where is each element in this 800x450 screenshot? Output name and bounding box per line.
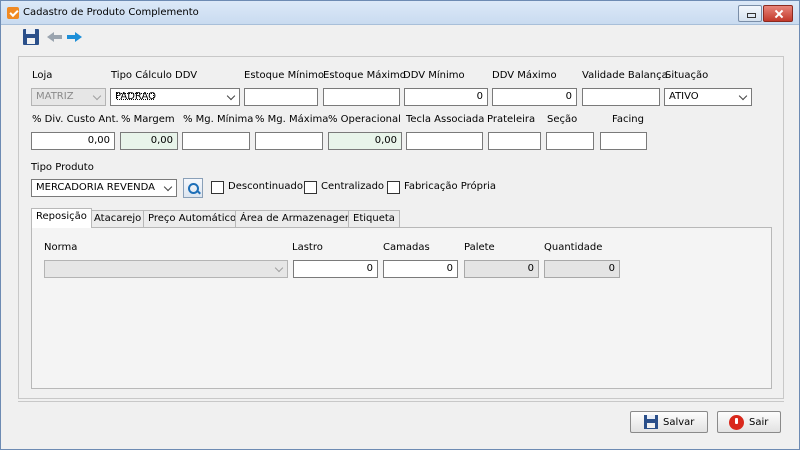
descontinuado-checkbox[interactable]	[211, 181, 224, 194]
situacao-label: Situação	[665, 70, 709, 81]
lastro-input[interactable]: 0	[293, 260, 378, 278]
tab-etiqueta[interactable]: Etiqueta	[348, 210, 400, 227]
tipo-produto-select[interactable]: MERCADORIA REVENDA	[31, 179, 177, 197]
operacional-input[interactable]: 0,00	[328, 132, 402, 150]
tipo-calculo-select[interactable]: PADRAO	[110, 88, 240, 106]
chevron-down-icon	[91, 92, 103, 102]
div-custo-input[interactable]: 0,00	[31, 132, 115, 150]
arrow-right-icon[interactable]	[67, 29, 83, 45]
lastro-label: Lastro	[292, 242, 323, 253]
window-title: Cadastro de Produto Complemento	[23, 7, 199, 18]
validade-balanca-input[interactable]	[582, 88, 660, 106]
mg-minima-input[interactable]	[182, 132, 250, 150]
loja-select[interactable]: MATRIZ	[31, 88, 106, 106]
mg-maxima-input[interactable]	[255, 132, 323, 150]
secao-label: Seção	[547, 114, 578, 125]
tipo-calculo-label: Tipo Cálculo DDV	[111, 70, 198, 81]
facing-input[interactable]	[600, 132, 647, 150]
product-complement-window: Cadastro de Produto Complemento Loja Tip…	[0, 0, 800, 450]
chevron-down-icon	[225, 92, 237, 102]
estoque-minimo-input[interactable]	[244, 88, 318, 106]
tecla-associada-input[interactable]	[406, 132, 483, 150]
ddv-minimo-label: DDV Mínimo	[403, 70, 465, 81]
norma-select[interactable]	[44, 260, 288, 278]
tab-reposicao[interactable]: Reposição	[31, 208, 92, 228]
tab-area-armazenagem[interactable]: Área de Armazenagem	[235, 210, 360, 227]
estoque-maximo-input[interactable]	[323, 88, 400, 106]
prateleira-input[interactable]	[488, 132, 541, 150]
secao-input[interactable]	[546, 132, 594, 150]
quantidade-label: Quantidade	[544, 242, 603, 253]
validade-balanca-label: Validade Balança	[582, 70, 668, 81]
palete-input: 0	[464, 260, 539, 278]
centralizado-checkbox[interactable]	[304, 181, 317, 194]
tipo-calculo-value: PADRAO	[115, 91, 157, 102]
chevron-down-icon	[273, 264, 285, 274]
tipo-produto-value: MERCADORIA REVENDA	[36, 182, 155, 193]
save-icon[interactable]	[23, 29, 39, 45]
ddv-minimo-input[interactable]: 0	[404, 88, 488, 106]
palete-label: Palete	[464, 242, 495, 253]
search-icon[interactable]	[183, 178, 203, 198]
title-bar: Cadastro de Produto Complemento	[1, 1, 799, 25]
fabricacao-propria-checkbox[interactable]	[387, 181, 400, 194]
save-button-label: Salvar	[663, 417, 695, 428]
situacao-value: ATIVO	[669, 91, 699, 102]
exit-button[interactable]: Sair	[717, 411, 781, 433]
tecla-associada-label: Tecla Associada	[406, 114, 485, 125]
camadas-label: Camadas	[383, 242, 430, 253]
centralizado-label: Centralizado	[321, 181, 385, 192]
exit-button-label: Sair	[749, 417, 769, 428]
descontinuado-label: Descontinuado	[228, 181, 303, 192]
arrow-left-icon[interactable]	[47, 29, 63, 45]
tipo-produto-label: Tipo Produto	[31, 162, 94, 173]
save-button[interactable]: Salvar	[630, 411, 708, 433]
exit-icon	[729, 415, 744, 430]
estoque-maximo-label: Estoque Máximo	[323, 70, 406, 81]
margem-label: % Margem	[121, 114, 175, 125]
norma-label: Norma	[44, 242, 78, 253]
loja-value: MATRIZ	[36, 91, 74, 102]
save-icon	[644, 415, 658, 429]
tab-preco-automatico[interactable]: Preço Automático	[143, 210, 242, 227]
chevron-down-icon	[162, 183, 174, 193]
close-window-button[interactable]	[763, 5, 793, 22]
quantidade-input: 0	[544, 260, 620, 278]
ddv-maximo-label: DDV Máximo	[492, 70, 557, 81]
facing-label: Facing	[612, 114, 644, 125]
estoque-minimo-label: Estoque Mínimo	[244, 70, 324, 81]
footer-separator	[18, 401, 784, 402]
situacao-select[interactable]: ATIVO	[664, 88, 752, 106]
minimize-button[interactable]	[738, 5, 762, 22]
tab-atacarejo[interactable]: Atacarejo	[89, 210, 147, 227]
app-icon	[7, 7, 19, 19]
fabricacao-propria-label: Fabricação Própria	[404, 181, 496, 192]
operacional-label: % Operacional	[328, 114, 401, 125]
margem-input[interactable]: 0,00	[120, 132, 178, 150]
chevron-down-icon	[737, 92, 749, 102]
loja-label: Loja	[32, 70, 53, 81]
prateleira-label: Prateleira	[487, 114, 536, 125]
mg-minima-label: % Mg. Mínima	[183, 114, 254, 125]
camadas-input[interactable]: 0	[383, 260, 458, 278]
div-custo-label: % Div. Custo Ant.	[32, 114, 119, 125]
ddv-maximo-input[interactable]: 0	[492, 88, 577, 106]
mg-maxima-label: % Mg. Máxima	[255, 114, 329, 125]
